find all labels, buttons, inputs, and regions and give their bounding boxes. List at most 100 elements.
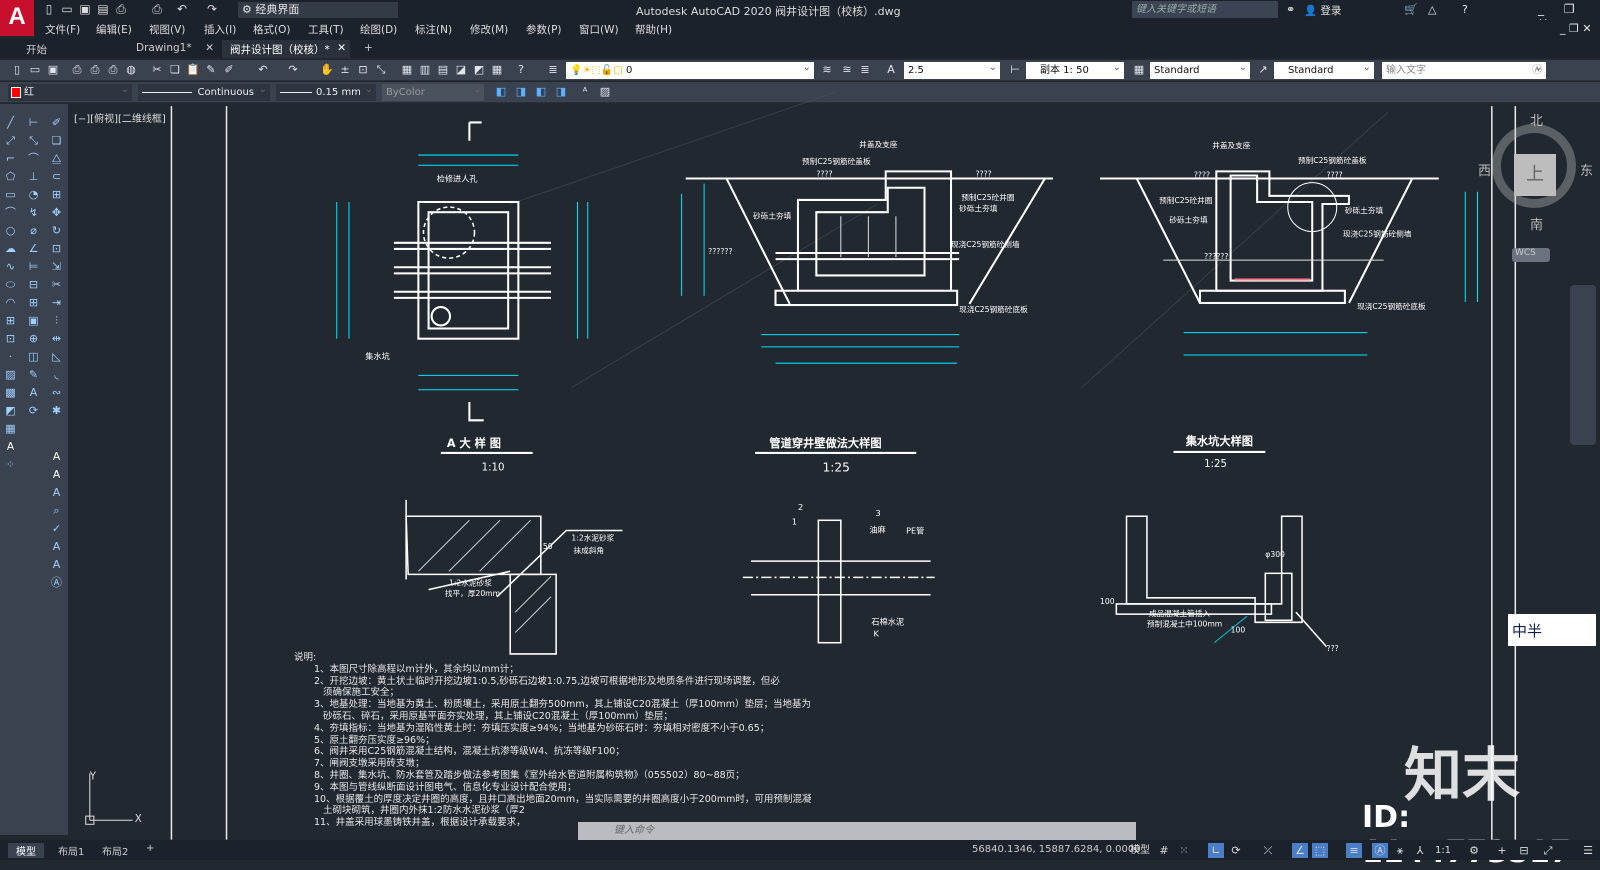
globe-icon[interactable]: ◍	[124, 63, 138, 77]
zoom-realtime-icon[interactable]: ±	[338, 63, 352, 77]
dim-update-icon[interactable]: ⟳	[26, 404, 41, 418]
rectangle-icon[interactable]: ▭	[3, 188, 18, 202]
tab-layout1[interactable]: 布局1	[58, 843, 84, 858]
menu-file[interactable]: 文件(F)	[45, 22, 80, 37]
dim-style-icon[interactable]: ⊢	[1008, 63, 1022, 77]
cut-icon[interactable]: ✂	[150, 63, 164, 77]
annotation-scale-value[interactable]: 1:1	[1432, 843, 1454, 858]
menu-modify[interactable]: 修改(M)	[470, 22, 508, 37]
layer-previous-icon[interactable]: ≊	[840, 63, 854, 77]
toolpalette-icon[interactable]: ▤	[436, 63, 450, 77]
mleader-style-icon[interactable]: ↗	[1256, 63, 1270, 77]
menu-view[interactable]: 视图(V)	[149, 22, 185, 37]
menu-help[interactable]: 帮助(H)	[635, 22, 672, 37]
ellipse-icon[interactable]: ⬭	[3, 278, 18, 292]
copy-object-icon[interactable]: ❏	[49, 134, 64, 148]
gradient-icon[interactable]: ▩	[3, 386, 18, 400]
pan-icon[interactable]: ✋	[320, 63, 334, 77]
center-mark-icon[interactable]: ⊕	[26, 332, 41, 346]
construction-line-icon[interactable]: ⤢	[3, 134, 18, 148]
scale-icon[interactable]: ⊡	[49, 242, 64, 256]
table-style-icon[interactable]: ▦	[1132, 63, 1146, 77]
compass-north[interactable]: 北	[1530, 110, 1543, 129]
rotate-icon[interactable]: ↻	[49, 224, 64, 238]
model-space-button[interactable]: 模型	[1128, 843, 1152, 858]
continue-icon[interactable]: ⊞	[26, 296, 41, 310]
matchprop-icon[interactable]: ✎	[204, 63, 218, 77]
tab-drawing1[interactable]: Drawing1* ✕	[128, 40, 214, 58]
app-menu-button[interactable]: A	[0, 0, 34, 36]
single-text-icon[interactable]: A	[49, 468, 64, 482]
bring-above-icon[interactable]: ◧	[534, 85, 548, 99]
publish-icon[interactable]: ⎙	[106, 63, 120, 77]
close-icon[interactable]: ✕	[205, 42, 214, 54]
snap-icon[interactable]: ⁙	[1176, 843, 1192, 858]
zoom-previous-icon[interactable]: ⤡	[374, 63, 388, 77]
send-under-icon[interactable]: ◨	[554, 85, 568, 99]
hatch-back-icon[interactable]: ▨	[598, 85, 612, 99]
undo-icon[interactable]: ↶	[175, 2, 189, 16]
tab-valve-well[interactable]: 阀井设计图（校核）* ✕	[222, 40, 350, 58]
ellipse-arc-icon[interactable]: ◠	[3, 296, 18, 310]
text-edit-icon[interactable]: A	[49, 486, 64, 500]
tab-layout2[interactable]: 布局2	[102, 843, 128, 858]
table-icon[interactable]: ▦	[3, 422, 18, 436]
help-search-input[interactable]: 键入关键字或短语	[1132, 1, 1278, 18]
workspace-dropdown[interactable]: ⚙ 经典界面	[238, 2, 398, 18]
ordinate-icon[interactable]: ⊥	[26, 170, 41, 184]
arc-length-icon[interactable]: ⌒	[26, 152, 41, 166]
layer-dropdown[interactable]: 💡☀⬚🔓▢ 0	[566, 59, 814, 79]
explode-icon[interactable]: ✱	[49, 404, 64, 418]
text-style-icon[interactable]: A	[884, 63, 898, 77]
fillet-icon[interactable]: ◟	[49, 368, 64, 382]
isodraft-icon[interactable]: ⤫	[1260, 843, 1276, 858]
make-current-icon[interactable]: ≋	[820, 63, 834, 77]
new-icon[interactable]: ▯	[10, 63, 24, 77]
bring-front-icon[interactable]: ◧	[494, 85, 508, 99]
menu-draw[interactable]: 绘图(D)	[360, 22, 397, 37]
navigation-bar[interactable]	[1570, 285, 1596, 445]
stretch-icon[interactable]: ⇲	[49, 260, 64, 274]
trim-icon[interactable]: ✂	[49, 278, 64, 292]
dim-style-dropdown[interactable]: Standard	[1150, 59, 1250, 79]
color-dropdown[interactable]: 红	[8, 81, 132, 101]
baseline-icon[interactable]: ⊟	[26, 278, 41, 292]
text-scale-icon[interactable]: A	[49, 540, 64, 554]
saveas-icon[interactable]: ▤	[96, 2, 110, 16]
menu-insert[interactable]: 插入(I)	[204, 22, 236, 37]
cart-icon[interactable]: 🛒	[1404, 3, 1418, 16]
mtext-icon[interactable]: A	[3, 440, 18, 454]
send-back-icon[interactable]: ◨	[514, 85, 528, 99]
line-icon[interactable]: ╱	[3, 116, 18, 130]
clean-screen-icon[interactable]: ⤢	[1540, 843, 1556, 858]
brush-icon[interactable]: ✐	[222, 63, 236, 77]
lineweight-icon[interactable]: ≡	[1346, 843, 1362, 858]
login-button[interactable]: 👤 登录	[1304, 3, 1341, 18]
polyline-icon[interactable]: ⌐	[3, 152, 18, 166]
chamfer-icon[interactable]: ◺	[49, 350, 64, 364]
tab-start[interactable]: 开始	[18, 40, 55, 58]
dim-text-edit-icon[interactable]: A	[26, 386, 41, 400]
offset-icon[interactable]: ⊂	[49, 170, 64, 184]
sheetset-icon[interactable]: ◪	[454, 63, 468, 77]
customize-icon[interactable]: ☰	[1580, 843, 1596, 858]
compass-west[interactable]: 西	[1478, 160, 1491, 179]
paste-icon[interactable]: 📋	[186, 63, 200, 77]
menu-parametric[interactable]: 参数(P)	[526, 22, 562, 37]
auto-scale-icon[interactable]: ⚹	[1392, 843, 1408, 858]
layer-manager-icon[interactable]: ≣	[546, 63, 560, 77]
linear-dim-icon[interactable]: ⊢	[26, 116, 41, 130]
markup-icon[interactable]: ◩	[472, 63, 486, 77]
arc-icon[interactable]: ⌒	[3, 206, 18, 220]
join-icon[interactable]: ⇹	[49, 332, 64, 346]
viewcube[interactable]: 北 南 西 东 上 WCS	[1478, 110, 1596, 270]
insert-block-icon[interactable]: ⊞	[3, 314, 18, 328]
extend-icon[interactable]: ⇥	[49, 296, 64, 310]
print-icon[interactable]: ⎙	[150, 2, 164, 16]
plotstyle-dropdown[interactable]: ByColor	[382, 81, 484, 101]
undo-icon[interactable]: ↶	[256, 63, 270, 77]
new-icon[interactable]: ▯	[42, 2, 56, 16]
move-icon[interactable]: ✥	[49, 206, 64, 220]
spell-icon[interactable]: ✓	[49, 522, 64, 536]
text-height-dropdown[interactable]: 2.5	[904, 59, 1000, 79]
